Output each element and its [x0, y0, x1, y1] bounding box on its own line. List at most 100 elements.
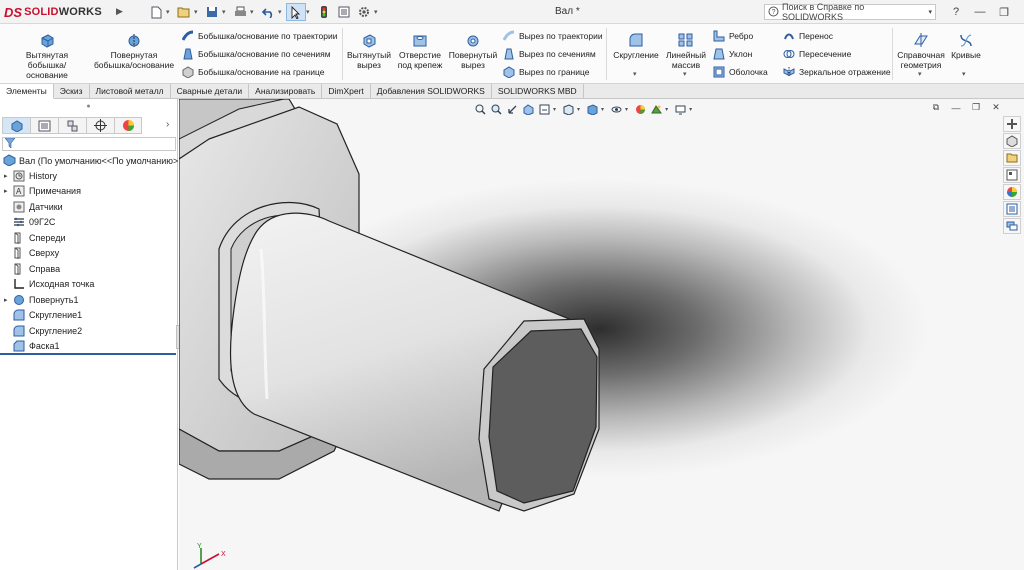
previous-view-icon[interactable] [505, 103, 519, 116]
tab-features[interactable]: Элементы [0, 84, 54, 99]
undo-dropdown-icon[interactable]: ▾ [278, 8, 286, 16]
boundary-boss-button[interactable]: Бобышка/основание на границе [181, 66, 324, 78]
tree-item-right-plane[interactable]: Справа [0, 261, 178, 277]
edit-appearance-icon[interactable] [633, 103, 647, 116]
rib-button[interactable]: Ребро [712, 30, 753, 42]
custom-properties-icon[interactable] [1003, 201, 1021, 217]
view-settings-icon[interactable] [673, 103, 687, 116]
undo-icon[interactable] [258, 3, 278, 21]
tab-addins[interactable]: Добавления SOLIDWORKS [371, 84, 492, 99]
restore-icon[interactable]: ❐ [992, 3, 1016, 21]
tree-item-top-plane[interactable]: Сверху [0, 246, 178, 262]
orientation-dropdown-icon[interactable]: ▾ [577, 106, 580, 113]
tab-sketch[interactable]: Эскиз [54, 84, 90, 99]
help-dropdown-icon[interactable]: ▾ [928, 8, 932, 16]
expand-arrow-icon[interactable]: ▸ [0, 187, 12, 195]
select-pointer-icon[interactable] [286, 3, 306, 21]
extruded-cut-button[interactable]: Вытянутый вырез [345, 32, 393, 70]
view-palette-icon[interactable] [1003, 167, 1021, 183]
display-dropdown-icon[interactable]: ▾ [601, 106, 604, 113]
tab-evaluate[interactable]: Анализировать [249, 84, 323, 99]
revolved-boss-button[interactable]: Повернутая бобышка/основание [92, 32, 176, 70]
tree-item-sensors[interactable]: Датчики [0, 199, 178, 215]
extruded-boss-button[interactable]: Вытянутая бобышка/основание [8, 32, 86, 80]
curves-button[interactable]: Кривые [950, 32, 982, 60]
intersect-button[interactable]: Пересечение [782, 48, 851, 60]
rollback-bar[interactable] [0, 353, 176, 355]
fillet-dropdown-icon[interactable]: ▾ [633, 70, 637, 78]
scene-dropdown-icon[interactable]: ▾ [665, 106, 668, 113]
new-dropdown-icon[interactable]: ▾ [166, 8, 174, 16]
solidworks-logo[interactable]: DS SOLIDWORKS [4, 3, 112, 21]
save-icon[interactable] [202, 3, 222, 21]
apply-scene-icon[interactable] [649, 103, 663, 116]
display-manager-tab-icon[interactable] [114, 117, 142, 134]
graphics-area[interactable]: ▾ ▾ ▾ ▾ ▾ ▾ ⧉ — ❐ ✕ Y X [179, 99, 1024, 570]
swept-cut-button[interactable]: Вырез по траектории [502, 30, 603, 42]
reference-dropdown-icon[interactable]: ▾ [918, 70, 922, 78]
mirror-button[interactable]: Зеркальное отражение [782, 66, 891, 78]
hide-show-items-icon[interactable] [609, 103, 623, 116]
fillet-button[interactable]: Скругление [611, 32, 661, 60]
file-explorer-icon[interactable] [1003, 150, 1021, 166]
hide-show-dropdown-icon[interactable]: ▾ [625, 106, 628, 113]
zoom-to-area-icon[interactable] [489, 103, 503, 116]
wrap-button[interactable]: Перенос [782, 30, 833, 42]
design-library-icon[interactable] [1003, 133, 1021, 149]
close-icon[interactable]: ✕ [1016, 3, 1024, 21]
tab-dimxpert[interactable]: DimXpert [322, 84, 371, 99]
draft-button[interactable]: Уклон [712, 48, 752, 60]
print-icon[interactable] [230, 3, 250, 21]
help-icon[interactable]: ? [944, 3, 968, 21]
revolved-cut-button[interactable]: Повернутый вырез [447, 32, 499, 70]
lofted-cut-button[interactable]: Вырез по сечениям [502, 48, 596, 60]
lofted-boss-button[interactable]: Бобышка/основание по сечениям [181, 48, 331, 60]
shell-button[interactable]: Оболочка [712, 66, 768, 78]
reference-geometry-button[interactable]: Справочная геометрия [896, 32, 946, 70]
forum-icon[interactable] [1003, 218, 1021, 234]
curves-dropdown-icon[interactable]: ▾ [962, 70, 966, 78]
viewport-restore-icon[interactable]: ❐ [967, 101, 985, 114]
configuration-manager-tab-icon[interactable] [58, 117, 86, 134]
tree-item-origin[interactable]: Исходная точка [0, 277, 178, 293]
tab-sheet-metal[interactable]: Листовой металл [90, 84, 171, 99]
section-view-icon[interactable] [521, 103, 535, 116]
tab-mbd[interactable]: SOLIDWORKS MBD [492, 84, 584, 99]
tree-item-fillet2[interactable]: Скругление2 [0, 323, 178, 339]
swept-boss-button[interactable]: Бобышка/основание по траектории [181, 30, 338, 42]
tree-item-front-plane[interactable]: Спереди [0, 230, 178, 246]
expand-arrow-icon[interactable]: ▸ [0, 172, 12, 180]
print-dropdown-icon[interactable]: ▾ [250, 8, 258, 16]
tree-item-annotations[interactable]: ▸ A Примечания [0, 184, 178, 200]
view-orientation-icon[interactable] [561, 103, 575, 116]
minimize-icon[interactable]: — [968, 3, 992, 21]
viewport-close-icon[interactable]: ✕ [987, 101, 1005, 114]
tree-item-revolve1[interactable]: ▸ Повернуть1 [0, 292, 178, 308]
open-dropdown-icon[interactable]: ▾ [194, 8, 202, 16]
dynamic-annotation-icon[interactable] [537, 103, 551, 116]
tab-weldments[interactable]: Сварные детали [171, 84, 250, 99]
property-manager-tab-icon[interactable] [30, 117, 58, 134]
tree-item-chamfer1[interactable]: Фаска1 [0, 339, 178, 355]
tree-root-part[interactable]: Вал (По умолчанию<<По умолчанию> [0, 153, 178, 168]
linear-pattern-button[interactable]: Линейный массив [663, 32, 709, 70]
tree-filter[interactable] [2, 137, 176, 151]
viewport-tile-icon[interactable]: ⧉ [927, 101, 945, 114]
tree-item-material[interactable]: 09Г2С [0, 215, 178, 231]
tree-item-history[interactable]: ▸ History [0, 168, 178, 184]
select-dropdown-icon[interactable]: ▾ [306, 8, 314, 16]
expand-arrow-icon[interactable]: ▸ [0, 296, 12, 304]
zoom-to-fit-icon[interactable] [473, 103, 487, 116]
new-document-icon[interactable] [146, 3, 166, 21]
annotation-dropdown-icon[interactable]: ▾ [553, 106, 556, 113]
options-dropdown-icon[interactable]: ▾ [374, 8, 382, 16]
save-dropdown-icon[interactable]: ▾ [222, 8, 230, 16]
panel-grip-icon[interactable]: ● [0, 99, 177, 113]
solidworks-resources-icon[interactable] [1003, 116, 1021, 132]
options-gear-icon[interactable] [354, 3, 374, 21]
appearances-icon[interactable] [1003, 184, 1021, 200]
open-folder-icon[interactable] [174, 3, 194, 21]
dimxpert-manager-tab-icon[interactable] [86, 117, 114, 134]
feature-tree-tab-icon[interactable] [2, 117, 30, 134]
viewport-minimize-icon[interactable]: — [947, 101, 965, 114]
